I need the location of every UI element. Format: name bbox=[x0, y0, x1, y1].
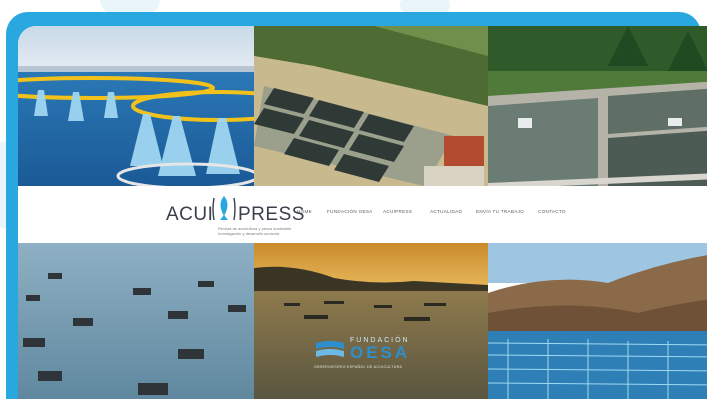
site-header: ACUI PRESS Revista de acuicultura y pesc… bbox=[18, 186, 707, 243]
oesa-line3: OBSERVATORIO ESPAÑOL DE ACUICULTURA bbox=[314, 365, 403, 369]
logo-text-left: ACUI bbox=[166, 204, 214, 225]
nav-actualidad[interactable]: ACTUALIDAD bbox=[430, 209, 462, 214]
tagline-line-2: Investigación y desarrollo acuícola bbox=[218, 231, 280, 236]
photo-mussel-rafts bbox=[18, 243, 254, 399]
logo-text-right: PRESS bbox=[238, 204, 305, 225]
oesa-line2: OESA bbox=[350, 343, 411, 362]
site-tagline: Revista de acuicultura y pesca sostenibl… bbox=[218, 226, 338, 236]
website-screenshot: ACUI PRESS Revista de acuicultura y pesc… bbox=[18, 26, 707, 399]
oesa-logo: FUNDACIÓN OESA OBSERVATORIO ESPAÑOL DE A… bbox=[314, 337, 434, 377]
photo-fish-ponds bbox=[488, 26, 707, 186]
photo-sunset-bay: FUNDACIÓN OESA OBSERVATORIO ESPAÑOL DE A… bbox=[254, 243, 488, 399]
nav-contacto[interactable]: CONTACTO bbox=[538, 209, 566, 214]
photo-fish-cages bbox=[18, 26, 254, 186]
nav-fundacion-oesa[interactable]: FUNDACIÓN OESA bbox=[327, 209, 373, 214]
photo-aerial-farm bbox=[254, 26, 488, 186]
nav-acuipress[interactable]: ACUIPRESS bbox=[383, 209, 412, 214]
photo-coastal-cages bbox=[488, 243, 707, 399]
nav-envia-tu-trabajo[interactable]: ENVÍA TU TRABAJO bbox=[476, 209, 524, 214]
fish-icon[interactable] bbox=[211, 192, 237, 226]
nav-home[interactable]: HOME bbox=[297, 209, 312, 214]
